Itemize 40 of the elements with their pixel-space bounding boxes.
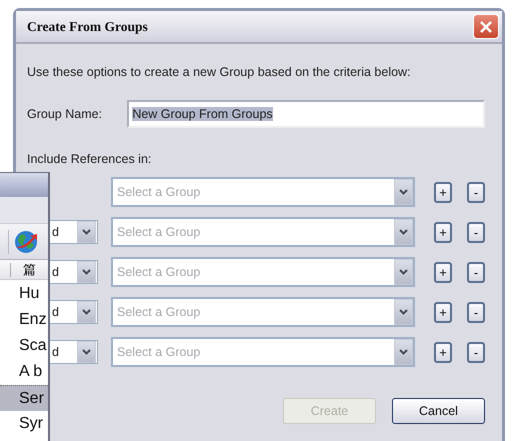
chevron-down-icon [82,269,91,275]
remove-button[interactable]: - [467,342,485,362]
chevron-down-icon [399,229,408,235]
list-item[interactable]: Hu [0,281,48,307]
cancel-button[interactable]: Cancel [392,398,485,424]
field-label: Group Name: [27,107,104,121]
chevron-down-icon [82,229,91,235]
group-name-field[interactable]: New Group From Groups [127,100,485,128]
add-button[interactable]: + [434,342,452,362]
add-button[interactable]: + [434,302,452,322]
list-item[interactable]: Sca [0,333,48,359]
toolbar [0,197,48,224]
operator-dropdown[interactable]: d [50,300,98,324]
close-button[interactable] [473,14,499,39]
chevron-down-icon [399,189,408,195]
add-button[interactable]: + [434,182,452,202]
close-icon [479,20,493,34]
list-item[interactable]: Syr [0,411,48,437]
operator-dropdown[interactable]: d [50,260,98,284]
remove-button[interactable]: - [467,302,485,322]
chevron-down-icon [399,349,408,355]
remove-button[interactable]: - [467,222,485,242]
instruction-text: Use these options to create a new Group based on the criteria below: [27,64,412,80]
list-item[interactable]: Ser [0,385,48,411]
window-title: Create From Groups [27,18,148,34]
section-label: Include References in: [27,151,152,167]
chevron-down-icon [399,309,408,315]
chevron-down-icon [399,269,408,275]
operator-dropdown[interactable]: d [50,220,98,244]
operator-dropdown[interactable]: d [50,340,98,364]
title-bar [0,173,48,197]
list-item[interactable]: Enz [0,307,48,333]
remove-button[interactable]: - [467,182,485,202]
add-button[interactable]: + [434,262,452,282]
chevron-down-icon [82,309,91,315]
chevron-down-icon [82,349,91,355]
add-button[interactable]: + [434,222,452,242]
list-item[interactable]: A b [0,359,48,385]
globe-icon[interactable] [13,228,39,254]
remove-button[interactable]: - [467,262,485,282]
